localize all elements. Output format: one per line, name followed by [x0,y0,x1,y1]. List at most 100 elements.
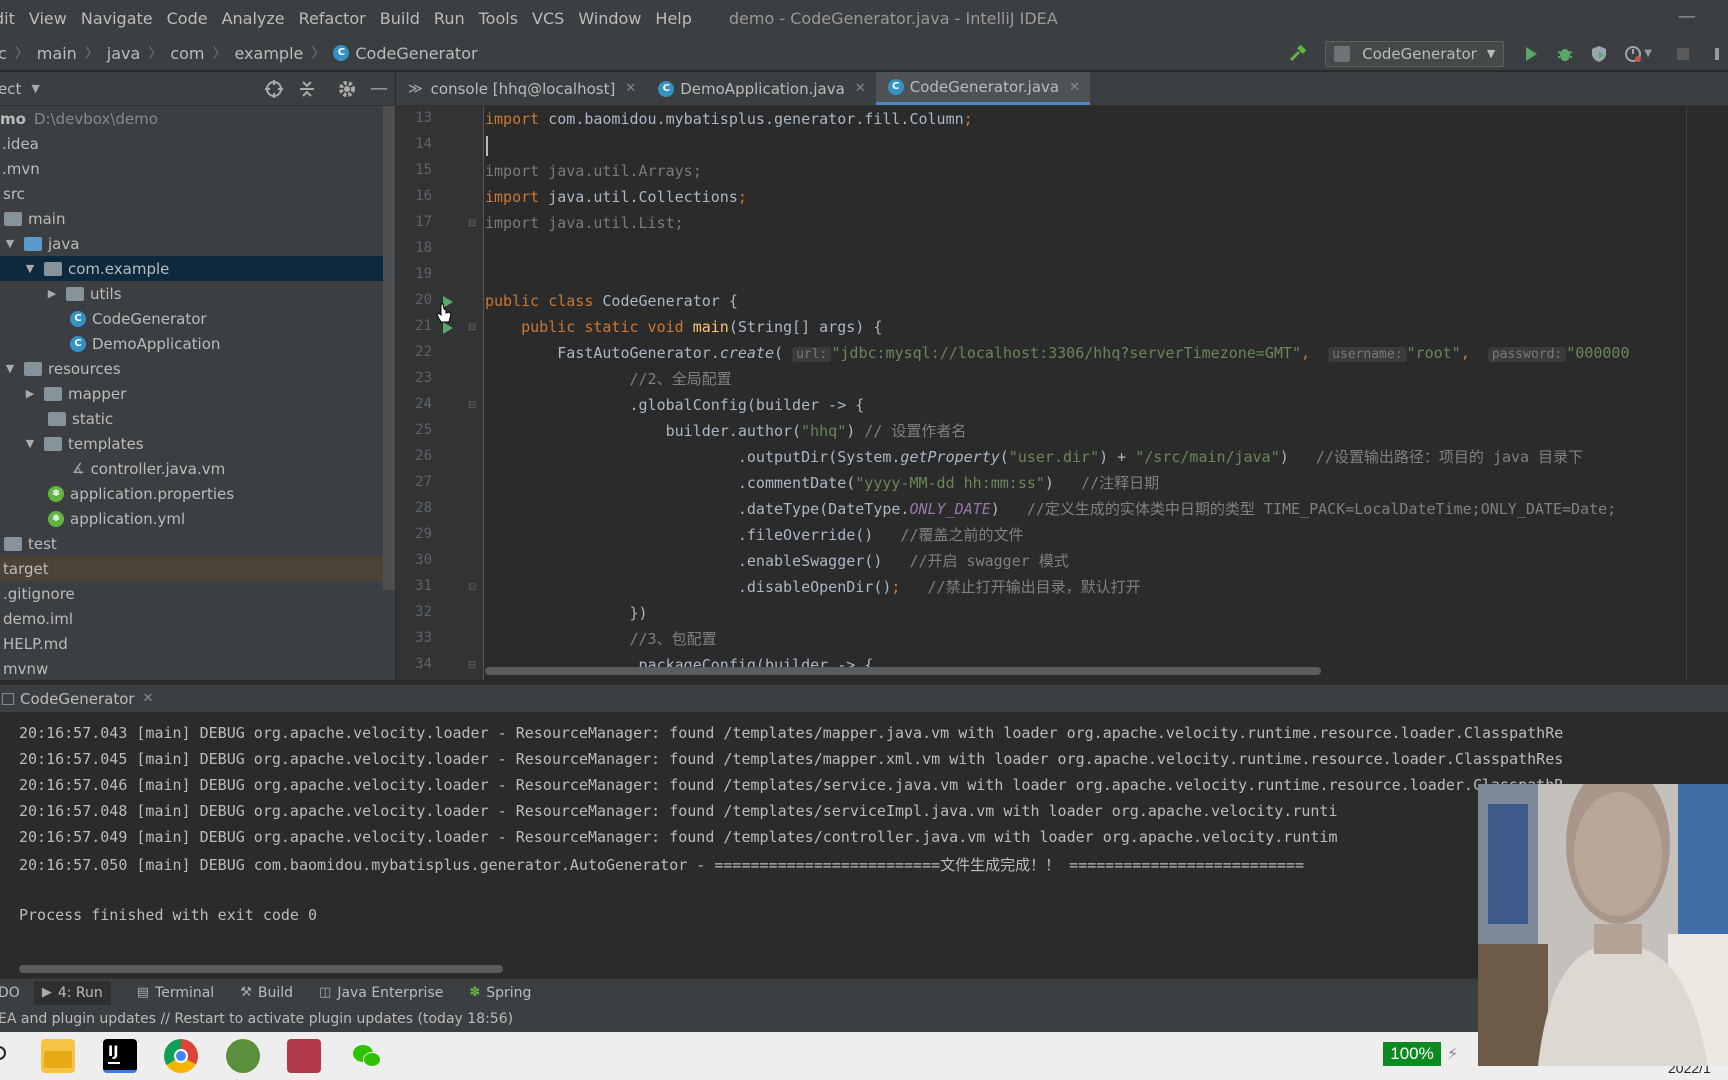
crumb-src[interactable]: c [0,44,7,63]
menu-edit[interactable]: dit [0,9,22,28]
menu-analyze[interactable]: Analyze [215,9,292,28]
tree-row-utils[interactable]: ▶ utils [0,281,383,306]
collapse-all-icon[interactable] [298,79,316,103]
spring-config-icon: ✽ [48,485,64,502]
line-number: 27 [415,474,432,490]
line-number: 17 [415,214,432,230]
search-icon[interactable] [0,1046,6,1060]
tree-row-gitignore[interactable]: .gitignore [0,581,383,606]
tree-row-target[interactable]: target [0,556,383,581]
editor-horizontal-scrollbar[interactable] [485,667,1321,675]
tree-row-help-md[interactable]: HELP.md [0,631,383,656]
profile-icon[interactable] [1622,43,1644,65]
editor-gutter[interactable]: 13 14 15 16 17 18 19 20 21 22 23 24 25 2… [396,106,484,680]
terminal-button[interactable]: ▤ Terminal [137,985,214,1001]
menu-refactor[interactable]: Refactor [292,9,373,28]
project-scrollbar[interactable] [383,106,395,590]
fold-icon[interactable]: ⊟ [468,400,476,411]
tree-row-mvnw[interactable]: mvnw [0,656,383,680]
intellij-icon[interactable]: IJ [103,1039,137,1073]
tree-row-src[interactable]: src [0,181,383,206]
more-icon[interactable] [1706,43,1728,65]
wechat-icon[interactable] [349,1039,383,1073]
run-toolwindow-button[interactable]: ▶ 4: Run [33,980,111,1005]
tree-row-mapper[interactable]: ▶ mapper [0,381,383,406]
tree-row-com-example[interactable]: ▼ com.example [0,256,383,281]
app-globe-icon[interactable] [226,1039,260,1073]
code-editor[interactable]: import com.baomidou.mybatisplus.generato… [485,106,1728,680]
minimize-icon[interactable]: — [1678,6,1696,27]
fold-icon[interactable]: ⊟ [468,322,476,333]
stop-icon[interactable] [1672,43,1694,65]
java-enterprise-button[interactable]: ◫ Java Enterprise [319,985,443,1001]
tree-row-application-properties[interactable]: ✽ application.properties [0,481,383,506]
tree-row-project-root[interactable]: mo D:\devbox\demo [0,106,383,131]
tab-run-codegenerator[interactable]: CodeGenerator [20,690,135,708]
tab-codegenerator[interactable]: C CodeGenerator.java ✕ [875,72,1091,105]
fold-icon[interactable]: ⊟ [468,582,476,593]
tree-row-demo-iml[interactable]: demo.iml [0,606,383,631]
gear-icon[interactable] [337,79,357,103]
tree-row-idea[interactable]: .idea [0,131,383,156]
tree-row-resources[interactable]: ▼ resources [0,356,383,381]
debug-icon[interactable] [1554,43,1576,65]
project-view-selector[interactable]: ect [0,80,21,98]
run-config-dropdown[interactable]: CodeGenerator ▼ [1325,40,1505,67]
menu-build[interactable]: Build [373,9,427,28]
fold-icon[interactable]: ⊟ [468,218,476,229]
menu-vcs[interactable]: VCS [525,9,571,28]
todo-button[interactable]: DO [0,985,20,1001]
menu-window[interactable]: Window [571,9,648,28]
fold-icon[interactable]: ⊟ [468,660,476,671]
menu-run[interactable]: Run [427,9,472,28]
coverage-icon[interactable] [1588,43,1610,65]
spring-button[interactable]: ✽ Spring [469,985,531,1001]
app-avatar-icon[interactable] [287,1039,321,1073]
chrome-icon[interactable] [164,1039,198,1073]
run-icon[interactable] [1520,43,1542,65]
tree-row-mvn[interactable]: .mvn [0,156,383,181]
close-icon[interactable]: ✕ [143,691,154,706]
menu-navigate[interactable]: Navigate [74,9,160,28]
crumb-main[interactable]: main [37,44,77,63]
build-button[interactable]: ⚒ Build [240,985,293,1001]
tree-row-codegenerator[interactable]: C CodeGenerator [0,306,383,331]
file-explorer-icon[interactable] [41,1039,75,1073]
tree-row-controller-vm[interactable]: ∡ controller.java.vm [0,456,383,481]
crumb-example[interactable]: example [234,44,303,63]
expanded-arrow-icon[interactable]: ▼ [24,437,36,450]
close-icon[interactable]: ✕ [1069,80,1080,95]
tree-row-templates[interactable]: ▼ templates [0,431,383,456]
expanded-arrow-icon[interactable]: ▼ [24,262,36,275]
crumb-codegenerator[interactable]: CodeGenerator [355,44,477,63]
tree-row-main[interactable]: main [0,206,383,231]
menu-tools[interactable]: Tools [472,9,525,28]
collapsed-arrow-icon[interactable]: ▶ [24,387,36,400]
expanded-arrow-icon[interactable]: ▼ [4,362,16,375]
crumb-java[interactable]: java [107,44,141,63]
tree-row-java[interactable]: ▼ java [0,231,383,256]
locate-icon[interactable] [264,79,284,103]
tree-row-application-yml[interactable]: ✽ application.yml [0,506,383,531]
menu-view[interactable]: View [22,9,74,28]
battery-indicator[interactable]: 100% [1383,1042,1441,1066]
tab-demoapplication[interactable]: C DemoApplication.java ✕ [646,72,875,105]
tree-row-test[interactable]: test [0,531,383,556]
tree-row-demoapplication[interactable]: C DemoApplication [0,331,383,356]
menu-code[interactable]: Code [160,9,215,28]
status-message[interactable]: EA and plugin updates // Restart to acti… [0,1011,513,1027]
chevron-down-icon[interactable]: ▼ [31,82,39,95]
chevron-down-icon[interactable]: ▼ [1644,48,1652,59]
menu-help[interactable]: Help [648,9,698,28]
tab-console[interactable]: ≫ console [hhq@localhost] ✕ [396,72,646,105]
crumb-com[interactable]: com [170,44,204,63]
collapsed-arrow-icon[interactable]: ▶ [46,287,58,300]
close-icon[interactable]: ✕ [625,81,636,96]
run-console[interactable]: 20:16:57.043 [main] DEBUG org.apache.vel… [0,712,1728,974]
expanded-arrow-icon[interactable]: ▼ [4,237,16,250]
close-icon[interactable]: ✕ [855,81,866,96]
console-horizontal-scrollbar[interactable] [19,965,503,973]
hide-panel-icon[interactable]: — [370,78,388,99]
tree-row-static[interactable]: static [0,406,383,431]
build-hammer-icon[interactable] [1287,43,1309,65]
